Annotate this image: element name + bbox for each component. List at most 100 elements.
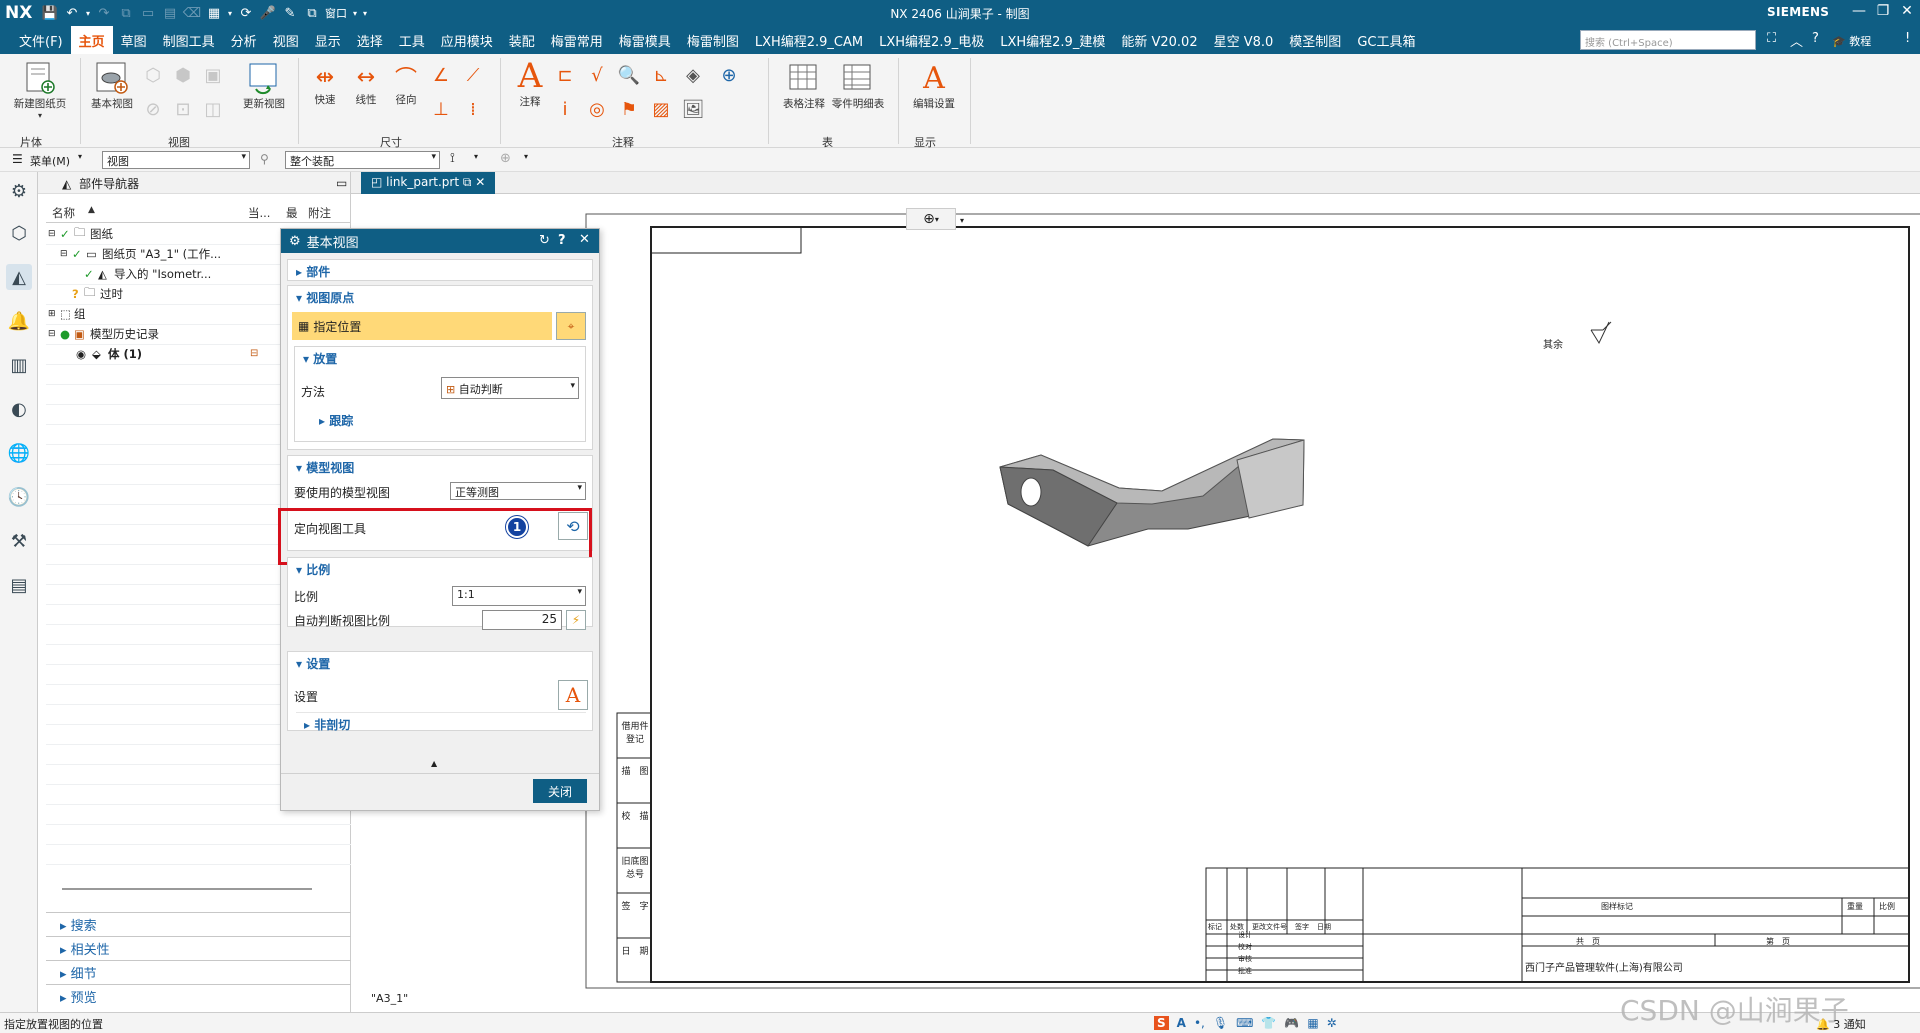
window-icon[interactable]: ⧉ (301, 3, 323, 23)
column-name[interactable]: 名称 (52, 205, 75, 223)
nav-section-search[interactable]: ▸ 搜索 (46, 912, 386, 934)
specify-location-row[interactable]: ▦ 指定位置 (292, 312, 552, 340)
tree-node-body[interactable]: ◉ ⬙ 体 (1) (76, 344, 142, 364)
sort-ascending-icon[interactable]: ▲ (88, 205, 95, 223)
menu-tab-6[interactable]: 显示 (307, 26, 349, 54)
chevron-down-icon[interactable]: ▾ (960, 216, 964, 225)
roles-icon[interactable]: ▤ (6, 572, 32, 598)
help-icon[interactable]: ? (1812, 31, 1819, 46)
collapse-up-icon[interactable]: ▲ (431, 759, 437, 768)
visibility-eye-icon[interactable]: ◉ (76, 347, 92, 361)
collapse-icon[interactable]: ⊟ (48, 229, 60, 239)
feature-frame-icon[interactable]: ⊏ (552, 62, 578, 88)
menu-tab-11[interactable]: 梅雷常用 (543, 26, 611, 54)
chevron-down-icon[interactable]: ▾ (78, 152, 82, 161)
update-view-button[interactable]: 更新视图 (236, 60, 292, 111)
more-icon[interactable]: ! (1905, 31, 1910, 46)
notification-bell-icon[interactable]: 🔔 (6, 308, 32, 334)
restore-icon[interactable]: ❐ (1872, 3, 1894, 19)
repeat-icon[interactable]: ⟳ (235, 3, 257, 23)
target-point-icon[interactable]: ◎ (584, 96, 610, 122)
edit-settings-button[interactable]: A 编辑设置 (906, 60, 962, 111)
copy-icon[interactable]: ⧉ (115, 3, 137, 23)
chevron-down-icon[interactable]: ▾ (474, 152, 478, 161)
menu-tab-7[interactable]: 选择 (349, 26, 391, 54)
tracking-toggle[interactable]: ▸ 跟踪 (311, 409, 361, 432)
chevron-down-icon[interactable]: ▾ (363, 9, 367, 18)
weld-icon[interactable]: ⊾ (648, 62, 674, 88)
punctuation-icon[interactable]: •, (1194, 1016, 1205, 1030)
web-browser-icon[interactable]: 🌐 (6, 440, 32, 466)
search-icon[interactable]: ⌕ (1740, 31, 1747, 46)
tree-node-outdated[interactable]: ? 🗀 过时 (72, 284, 123, 304)
settings-icon[interactable]: ⚙ (6, 178, 32, 204)
menu-tab-1[interactable]: 主页 (70, 26, 113, 54)
process-studio-icon[interactable]: ⚒ (6, 528, 32, 554)
menu-tab-4[interactable]: 分析 (223, 26, 265, 54)
nav-section-dependencies[interactable]: ▸ 相关性 (46, 936, 386, 958)
menu-tab-15[interactable]: LXH编程2.9_电极 (871, 26, 992, 54)
method-select[interactable]: ⊞ 自动判断 ▾ (441, 377, 579, 399)
non-section-toggle[interactable]: ▸ 非剖切 (296, 712, 586, 736)
image-icon[interactable]: 🖼 (680, 96, 706, 122)
menu-tab-0[interactable]: 文件(F) (11, 26, 71, 54)
view-boundary-icon[interactable]: ⊡ (170, 96, 196, 122)
menu-tab-12[interactable]: 梅雷模具 (611, 26, 679, 54)
expand-icon[interactable]: ⊞ (48, 309, 60, 319)
view-triad-icon[interactable]: ⊕ ▾ (906, 208, 956, 230)
chamfer-dim-icon[interactable]: ⟋ (460, 62, 486, 88)
flag-icon[interactable]: ⚑ (616, 96, 642, 122)
skin-icon[interactable]: 👕 (1261, 1016, 1276, 1030)
chevron-down-icon[interactable]: ▾ (225, 3, 235, 23)
render-icon[interactable]: ▦ (203, 3, 225, 23)
model-view-toggle[interactable]: ▾ 模型视图 (288, 456, 592, 479)
horizontal-scrollbar[interactable] (62, 888, 312, 890)
auto-scale-input[interactable]: 25 (482, 610, 562, 630)
ime-language-icon[interactable]: A (1177, 1016, 1186, 1030)
placement-toggle[interactable]: ▾ 放置 (295, 347, 585, 370)
angular-dim-icon[interactable]: ∠ (428, 62, 454, 88)
delete-icon[interactable]: ⌫ (181, 3, 203, 23)
menu-tab-3[interactable]: 制图工具 (155, 26, 223, 54)
select-icon[interactable]: ⟟ (450, 151, 455, 166)
close-button[interactable]: 关闭 (533, 779, 587, 803)
menu-tab-17[interactable]: 能新 V20.02 (1113, 26, 1205, 54)
column-latest[interactable]: 最 (286, 205, 298, 223)
tree-node-imported-view[interactable]: ✓ ◭ 导入的 "Isometr... (84, 264, 211, 284)
projected-view-icon[interactable]: ⬡ (140, 62, 166, 88)
menu-tab-9[interactable]: 应用模块 (433, 26, 501, 54)
center-mark-icon[interactable]: ⊕ (716, 62, 742, 88)
document-tab[interactable]: ◰ link_part.prt ⧉ ✕ (361, 172, 496, 194)
clipboard-icon[interactable]: ▤ (159, 3, 181, 23)
location-picker-button[interactable]: ⌖ (556, 312, 586, 340)
nav-section-preview[interactable]: ▸ 预览 (46, 984, 386, 1006)
column-current[interactable]: 当... (248, 205, 270, 223)
tree-node-model-history[interactable]: ⊟ ● ▣ 模型历史记录 (48, 324, 159, 344)
hd3d-icon[interactable]: ◐ (6, 396, 32, 422)
menu-tab-10[interactable]: 装配 (501, 26, 543, 54)
chevron-up-icon[interactable]: ︿ (1790, 31, 1803, 50)
lightning-icon[interactable]: ⚡ (566, 610, 586, 630)
fill-icon[interactable]: ◈ (680, 62, 706, 88)
menu-tab-16[interactable]: LXH编程2.9_建模 (992, 26, 1113, 54)
menu-button[interactable]: 菜单(M) (30, 153, 70, 169)
filter-icon[interactable]: ⚲ (260, 152, 269, 166)
tree-node-groups[interactable]: ⊞ ⬚ 组 (48, 304, 86, 324)
help-icon[interactable]: ? (558, 233, 566, 248)
tutorial-link[interactable]: 🎓 教程 (1832, 33, 1871, 49)
notifications-indicator[interactable]: 🔔 3 通知 (1816, 1016, 1866, 1032)
note-button[interactable]: A 注释 (502, 56, 558, 109)
nav-section-details[interactable]: ▸ 细节 (46, 960, 386, 982)
collapse-icon[interactable]: ⊟ (60, 249, 72, 259)
apps-icon[interactable]: ▦ (1307, 1016, 1318, 1030)
voice-icon[interactable]: 🎙 (1213, 1016, 1228, 1030)
sogou-icon[interactable]: S (1154, 1016, 1169, 1030)
redo-icon[interactable]: ↷ (93, 3, 115, 23)
base-view-button[interactable]: 基本视图 (84, 60, 140, 111)
tabular-note-button[interactable]: 表格注释 (776, 60, 832, 111)
model-view-select[interactable]: 正等测图 ▾ (450, 482, 586, 500)
id-symbol-icon[interactable]: ⅰ (552, 96, 578, 122)
close-tab-icon[interactable]: ✕ (475, 175, 485, 189)
tree-node-sheet[interactable]: ⊟ ✓ ▭ 图纸页 "A3_1" (工作... (60, 244, 221, 264)
snap-icon[interactable]: ⊕ (500, 151, 511, 166)
